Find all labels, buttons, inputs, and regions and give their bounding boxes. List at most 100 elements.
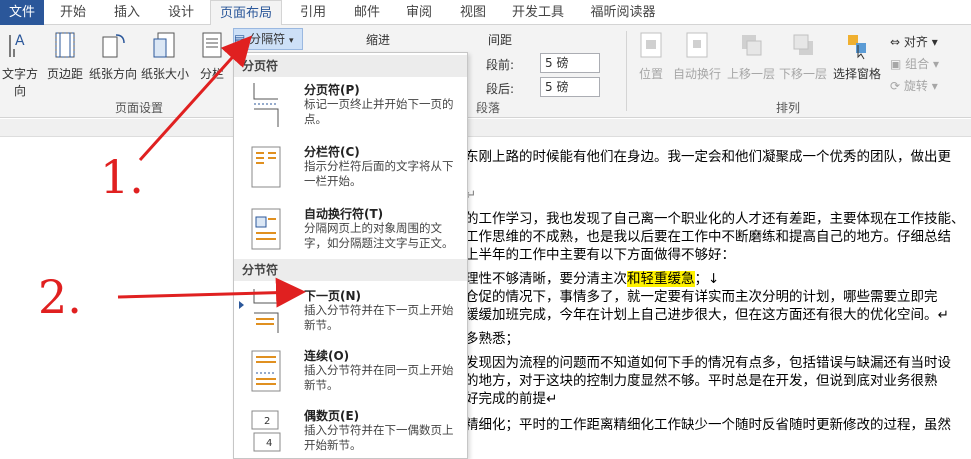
bring-forward-label: 上移一层 — [726, 67, 775, 81]
size-button[interactable]: 纸张大小 — [140, 29, 190, 89]
group-icon: ▣ — [890, 57, 906, 71]
document-body[interactable]: 东刚上路的时候能有他们在身边。我一定会和他们凝聚成一个优秀的团队，做出更 ↵ 的… — [0, 137, 971, 459]
tab-insert[interactable]: 插入 — [104, 0, 150, 25]
space-after-label: 段后: — [486, 82, 515, 96]
menu-item-desc: 插入分节符并在下一偶数页上开始新节。 — [304, 423, 454, 452]
menu-item-title: 偶数页(E) — [304, 409, 360, 423]
even-page-break-icon: 24 — [251, 410, 281, 452]
continuous-break-icon — [251, 350, 281, 392]
rotate-label: 旋转 — [903, 79, 928, 93]
tab-design[interactable]: 设计 — [158, 0, 204, 25]
breaks-label: 分隔符 — [249, 32, 286, 46]
send-backward-button[interactable]: 下移一层 — [778, 29, 828, 89]
menu-item-desc: 插入分节符并在下一页上开始新节。 — [304, 303, 454, 332]
breaks-button[interactable]: ▤ 分隔符 ▾ — [233, 28, 303, 50]
orientation-label: 纸张方向 — [88, 67, 137, 81]
rotate-icon: ⟳ — [890, 79, 904, 93]
doc-line: 的地方，对于这块的控制力度显然不够。平时总是在开发，但说到底对业务很熟 — [465, 373, 938, 389]
tab-review[interactable]: 审阅 — [396, 0, 442, 25]
menu-item-desc: 指示分栏符后面的文字将从下一栏开始。 — [304, 159, 454, 188]
columns-label: 分栏 — [199, 67, 224, 81]
section-breaks-section-header: 分节符 — [234, 259, 467, 281]
tab-foxit-reader[interactable]: 福昕阅读器 — [580, 0, 666, 25]
menu-item-title: 分页符(P) — [304, 83, 360, 97]
menu-item-title: 下一页(N) — [304, 289, 362, 303]
space-before-label: 段前: — [486, 58, 515, 72]
text-direction-button[interactable]: A 文字方向 — [0, 29, 40, 98]
tab-file[interactable]: 文件 — [0, 0, 44, 25]
doc-line: 东刚上路的时候能有他们在身边。我一定会和他们凝聚成一个优秀的团队，做出更 — [465, 149, 951, 165]
menu-item-desc: 分隔网页上的对象周围的文字，如分隔题注文字与正文。 — [304, 221, 454, 250]
text-direction-label: 文字方向 — [1, 67, 38, 98]
space-after-input[interactable]: 5 磅 — [540, 77, 600, 97]
doc-line: 多熟悉； — [465, 331, 519, 347]
group-button[interactable]: ▣ 组合 ▾ — [890, 55, 939, 72]
ribbon-panel: A 文字方向 页边距 纸张方向 纸张大小 分栏 页面设置 缩进 间距 段前: 5… — [0, 25, 971, 118]
margins-button[interactable]: 页边距 — [44, 29, 86, 89]
menu-item-desc: 插入分节符并在同一页上开始新节。 — [304, 363, 454, 392]
wrap-text-icon — [686, 32, 708, 58]
page-setup-group-label: 页面设置 — [115, 101, 164, 115]
send-backward-label: 下移一层 — [778, 67, 827, 81]
menu-item-next-page[interactable]: 下一页(N) 插入分节符并在下一页上开始新节。 — [234, 285, 467, 347]
menu-item-desc: 标记一页终止并开始下一页的点。 — [304, 97, 454, 126]
doc-line: 精细化；平时的工作距离精细化工作缺少一个随时反省随时更新修改的过程，虽然 — [465, 417, 951, 433]
annotation-step-2: 2. — [38, 270, 82, 324]
size-label: 纸张大小 — [140, 67, 189, 81]
wrap-text-label: 自动换行 — [672, 67, 721, 81]
menu-item-title: 分栏符(C) — [304, 145, 360, 159]
bring-forward-icon — [742, 35, 762, 56]
menu-item-column-break[interactable]: 分栏符(C) 指示分栏符后面的文字将从下一栏开始。 — [234, 141, 467, 203]
bring-forward-button[interactable]: 上移一层 — [726, 29, 776, 89]
menu-item-continuous[interactable]: 连续(O) 插入分节符并在同一页上开始新节。 — [234, 345, 467, 407]
menu-item-even-page[interactable]: 24 偶数页(E) 插入分节符并在下一偶数页上开始新节。 — [234, 405, 467, 459]
align-button[interactable]: ⇔ 对齐 ▾ — [890, 33, 938, 50]
doc-line: 工作思维的不成熟，也是我以后要在工作中不断磨练和提高自己的地方。仔细总结 — [465, 229, 951, 245]
selection-pane-icon — [848, 35, 866, 60]
position-button[interactable]: 位置 — [634, 29, 668, 89]
text-wrapping-break-icon — [251, 208, 281, 250]
doc-line: 好完成的前提↵ — [465, 391, 558, 407]
annotation-step-1: 1. — [100, 150, 144, 204]
group-label: 组合 — [905, 57, 930, 71]
menu-item-text-wrapping-break[interactable]: 自动换行符(T) 分隔网页上的对象周围的文字，如分隔题注文字与正文。 — [234, 203, 467, 265]
svg-text:A: A — [15, 33, 25, 49]
position-icon — [640, 32, 662, 58]
columns-icon — [202, 32, 222, 58]
column-break-icon — [251, 146, 281, 188]
doc-line: 理性不够清晰，要分清主次和轻重缓急；↓ — [465, 267, 719, 287]
spacing-label: 间距 — [488, 33, 513, 47]
doc-line: 上半年的工作中主要有以下方面做得不够好： — [465, 247, 735, 263]
doc-line: 仓促的情况下，事情多了，就一定要有详实而主次分明的计划，哪些需要立即完 — [465, 289, 938, 305]
tab-references[interactable]: 引用 — [290, 0, 336, 25]
horizontal-ruler[interactable] — [0, 119, 971, 137]
page-breaks-section-header: 分页符 — [234, 55, 467, 77]
wrap-text-button[interactable]: 自动换行 — [672, 29, 722, 89]
text-direction-icon: A — [9, 33, 25, 57]
tab-view[interactable]: 视图 — [450, 0, 496, 25]
selection-pane-button[interactable]: 选择窗格 — [830, 29, 884, 89]
tab-home[interactable]: 开始 — [50, 0, 96, 25]
orientation-button[interactable]: 纸张方向 — [88, 29, 138, 89]
margins-icon — [55, 32, 75, 58]
selected-marker-icon — [239, 301, 244, 309]
indent-label: 缩进 — [366, 33, 391, 47]
tab-mailings[interactable]: 邮件 — [344, 0, 390, 25]
menu-item-page-break[interactable]: 分页符(P) 标记一页终止并开始下一页的点。 — [234, 79, 467, 141]
chevron-down-icon: ▾ — [289, 36, 294, 46]
tab-developer[interactable]: 开发工具 — [502, 0, 574, 25]
next-page-break-icon — [253, 289, 279, 333]
selection-pane-label: 选择窗格 — [832, 67, 881, 81]
tab-page-layout[interactable]: 页面布局 — [210, 0, 282, 26]
position-label: 位置 — [638, 67, 663, 81]
ribbon-separator — [626, 31, 627, 111]
send-backward-icon — [793, 34, 813, 55]
space-before-input[interactable]: 5 磅 — [540, 53, 600, 73]
doc-line: 发现因为流程的问题而不知道如何下手的情况有点多，包括错误与缺漏还有当时设 — [465, 355, 951, 371]
rotate-button[interactable]: ⟳ 旋转 ▾ — [890, 77, 938, 94]
columns-button[interactable]: 分栏 — [194, 29, 230, 89]
menu-item-title: 自动换行符(T) — [304, 207, 384, 221]
svg-text:2: 2 — [264, 416, 270, 427]
arrange-group-label: 排列 — [776, 101, 801, 115]
doc-line: 的工作学习，我也发现了自己离一个职业化的人才还有差距，主要体现在工作技能、 — [465, 211, 965, 227]
